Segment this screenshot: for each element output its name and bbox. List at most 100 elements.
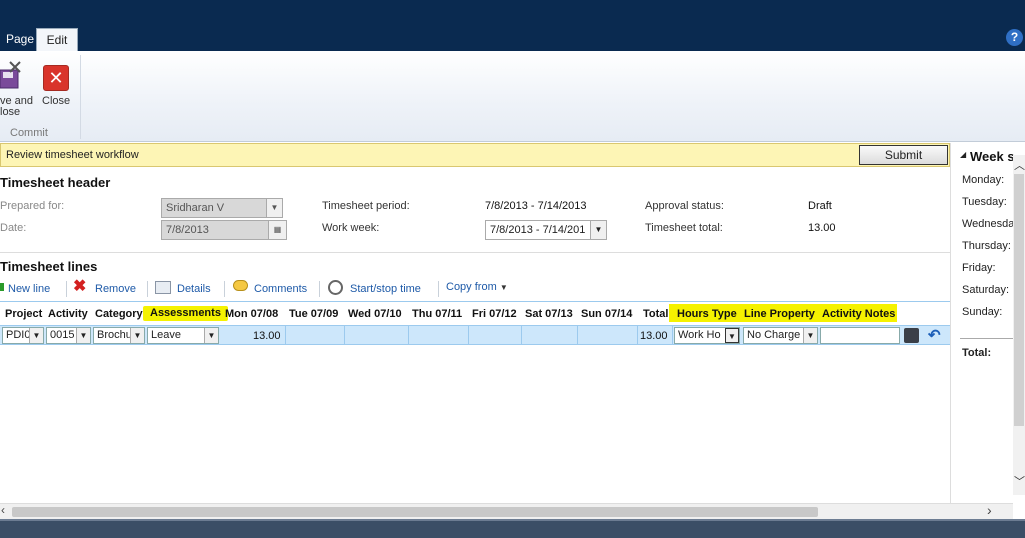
grid-header-divider: [0, 301, 950, 302]
project-select[interactable]: PDI0 ▼: [2, 327, 44, 344]
toolbar-separator: [147, 281, 148, 297]
mon-hours-value[interactable]: 13.00: [253, 330, 281, 342]
undo-icon[interactable]: ↶: [928, 326, 941, 344]
prepared-for-label: Prepared for:: [0, 200, 65, 212]
chevron-down-icon[interactable]: ▼: [29, 328, 43, 343]
toolbar-separator: [319, 281, 320, 297]
work-week-label: Work week:: [322, 222, 380, 234]
hours-type-select[interactable]: Work Ho ▼: [674, 327, 740, 344]
stopwatch-icon[interactable]: [328, 280, 343, 295]
side-day-sunday: Sunday:: [962, 306, 1003, 318]
scroll-right-icon[interactable]: ›: [987, 502, 992, 518]
help-icon[interactable]: ?: [1006, 29, 1023, 46]
category-select[interactable]: Brochu ▼: [93, 327, 145, 344]
timesheet-total-label: Timesheet total:: [645, 222, 723, 234]
remove-icon[interactable]: ✖: [73, 279, 86, 295]
remove-button[interactable]: Remove: [95, 283, 136, 295]
column-header-hours-type: Hours Type: [677, 308, 737, 320]
cell-divider: [637, 325, 638, 345]
column-header-activity-notes: Activity Notes: [822, 308, 896, 320]
date-label: Date:: [0, 222, 27, 234]
horizontal-scroll-thumb[interactable]: [12, 507, 818, 517]
cell-divider: [285, 325, 286, 345]
calendar-icon: ▦: [268, 221, 286, 239]
side-day-thursday: Thursday:: [962, 240, 1011, 252]
save-row-icon[interactable]: [904, 328, 919, 343]
cell-divider: [672, 325, 673, 345]
tab-page[interactable]: Page: [0, 28, 40, 51]
scroll-down-icon[interactable]: ﹀: [1014, 473, 1025, 489]
prepared-for-field: Sridharan V ▼: [161, 198, 283, 218]
approval-status-value: Draft: [808, 200, 832, 212]
assessment-select[interactable]: Leave ▼: [147, 327, 219, 344]
scroll-left-icon[interactable]: ‹: [1, 503, 5, 517]
date-value: 7/8/2013: [166, 224, 209, 236]
vertical-scroll-thumb[interactable]: [1014, 174, 1024, 426]
close-button-label[interactable]: Close: [42, 96, 70, 107]
details-button[interactable]: Details: [177, 283, 211, 295]
toolbar-separator: [66, 281, 67, 297]
column-header-assessments: Assessments: [143, 306, 228, 321]
copy-from-button[interactable]: Copy from ▼: [446, 281, 508, 293]
workflow-message: Review timesheet workflow: [6, 149, 139, 161]
side-day-friday: Friday:: [962, 262, 996, 274]
comments-icon[interactable]: [233, 280, 248, 291]
chevron-down-icon[interactable]: ▼: [590, 221, 606, 239]
side-divider: [960, 338, 1013, 339]
column-header-fri: Fri 07/12: [472, 308, 517, 320]
start-stop-time-button[interactable]: Start/stop time: [350, 283, 421, 295]
taskbar: [0, 519, 1025, 538]
collapse-triangle-icon[interactable]: ◢: [960, 150, 966, 159]
column-header-mon: Mon 07/08: [225, 308, 279, 320]
column-header-tue: Tue 07/09: [289, 308, 339, 320]
work-week-select[interactable]: 7/8/2013 - 7/14/201 ▼: [485, 220, 607, 240]
column-header-sat: Sat 07/13: [525, 308, 573, 320]
chevron-down-icon[interactable]: ▼: [803, 328, 817, 343]
column-header-total: Total: [643, 308, 669, 320]
side-day-wednesday: Wednesda: [962, 218, 1013, 230]
tab-edit[interactable]: Edit: [36, 28, 78, 51]
workflow-bar: [0, 143, 950, 167]
toolbar-separator: [438, 281, 439, 297]
chevron-down-icon[interactable]: ▼: [76, 328, 90, 343]
comments-button[interactable]: Comments: [254, 283, 307, 295]
column-header-project: Project: [5, 308, 43, 320]
row-total-value: 13.00: [640, 330, 668, 342]
submit-button[interactable]: Submit: [859, 145, 948, 165]
chevron-down-icon[interactable]: ▼: [204, 328, 218, 343]
chevron-down-icon[interactable]: ▼: [725, 328, 739, 343]
column-header-sun: Sun 07/14: [581, 308, 633, 320]
save-and-close-label-line2[interactable]: lose: [0, 107, 20, 118]
cell-divider: [344, 325, 345, 345]
chevron-down-icon[interactable]: ▼: [130, 328, 144, 343]
side-day-monday: Monday:: [962, 174, 1005, 186]
new-line-icon[interactable]: [0, 283, 4, 291]
column-header-category: Category: [95, 308, 143, 320]
details-icon[interactable]: [155, 281, 171, 294]
toolbar-separator: [224, 281, 225, 297]
timesheet-lines-title: Timesheet lines: [0, 259, 98, 274]
hours-type-value: Work Ho: [678, 329, 721, 341]
category-value: Brochu: [97, 329, 132, 341]
chevron-down-icon: ▼: [266, 199, 282, 217]
ribbon: [0, 51, 1025, 142]
cell-divider: [468, 325, 469, 345]
close-icon[interactable]: ✕: [43, 65, 69, 91]
activity-select[interactable]: 0015 ▼: [46, 327, 91, 344]
work-week-value: 7/8/2013 - 7/14/201: [490, 224, 586, 236]
activity-notes-input[interactable]: [820, 327, 900, 344]
side-day-saturday: Saturday:: [962, 284, 1010, 296]
save-and-close-icon[interactable]: [0, 60, 22, 90]
scroll-up-icon[interactable]: ︿: [1014, 157, 1025, 173]
copy-from-label[interactable]: Copy from: [446, 281, 497, 293]
new-line-button[interactable]: New line: [8, 283, 50, 295]
column-header-activity: Activity: [48, 308, 88, 320]
assessment-value: Leave: [151, 329, 181, 341]
chevron-down-icon[interactable]: ▼: [500, 283, 508, 292]
column-header-line-property: Line Property: [744, 308, 815, 320]
side-total-label: Total:: [962, 347, 992, 359]
line-property-select[interactable]: No Charge ▼: [743, 327, 818, 344]
week-summary-title: Week s: [970, 149, 1015, 164]
side-day-tuesday: Tuesday:: [962, 196, 1007, 208]
project-value: PDI0: [6, 329, 31, 341]
